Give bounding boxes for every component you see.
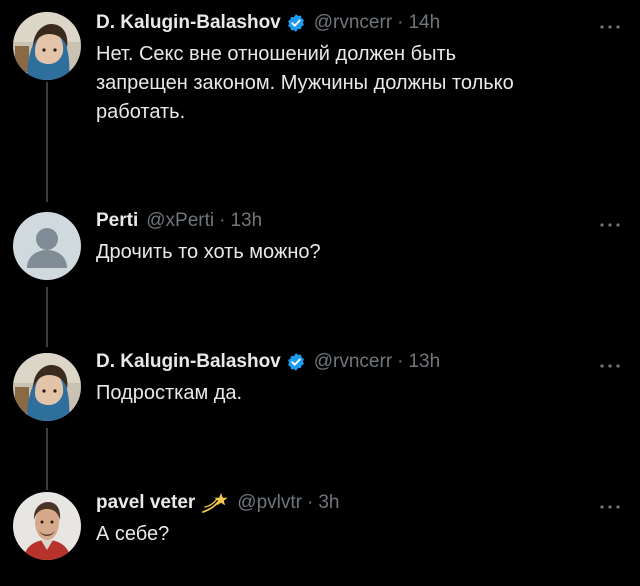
tweet-text: Нет. Секс вне отношений должен быть запр… [96, 43, 514, 123]
timestamp[interactable]: 13h [230, 210, 262, 232]
verified-badge-icon [286, 352, 306, 372]
tweet-text: Подросткам да. [96, 382, 243, 404]
separator-dot: · [397, 351, 404, 372]
tweet-thread: D. Kalugin-Balashov @rvncerr · 14h Нет. … [0, 0, 640, 586]
thread-connector-line [46, 428, 48, 490]
avatar-image [13, 492, 81, 560]
avatar-image [13, 12, 81, 80]
more-options-icon[interactable] [598, 502, 622, 512]
author-handle[interactable]: @rvncerr [314, 351, 392, 373]
timestamp[interactable]: 3h [318, 492, 339, 514]
tweet-header: D. Kalugin-Balashov @rvncerr · 13h [96, 349, 610, 375]
timestamp[interactable]: 14h [408, 12, 440, 34]
author-name[interactable]: D. Kalugin-Balashov [96, 351, 281, 373]
thread-connector-line [46, 287, 48, 347]
separator-dot: · [306, 492, 314, 513]
tweet-text: А себе? [96, 523, 170, 545]
separator-dot: · [219, 210, 226, 231]
avatar[interactable] [13, 12, 81, 80]
timestamp[interactable]: 13h [408, 351, 440, 373]
author-name[interactable]: pavel veter [96, 492, 195, 514]
author-handle[interactable]: @xPerti [146, 210, 214, 232]
author-handle[interactable]: @pvlvtr [237, 492, 302, 514]
default-avatar-icon [13, 212, 81, 280]
tweet-header: pavel veter @pvlvtr · 3h [96, 490, 610, 516]
avatar[interactable] [13, 212, 81, 280]
tweet-header: D. Kalugin-Balashov @rvncerr · 14h [96, 10, 610, 36]
more-options-icon[interactable] [598, 220, 622, 230]
more-options-icon[interactable] [598, 22, 622, 32]
author-handle[interactable]: @rvncerr [314, 12, 392, 34]
avatar[interactable] [13, 353, 81, 421]
verified-badge-icon [286, 13, 306, 33]
thread-connector-line [46, 82, 48, 202]
author-name[interactable]: D. Kalugin-Balashov [96, 12, 281, 34]
tweet-header: Perti @xPerti · 13h [96, 208, 610, 234]
more-options-icon[interactable] [598, 361, 622, 371]
avatar-image [13, 353, 81, 421]
author-name[interactable]: Perti [96, 210, 138, 232]
dizzy-emoji-icon [201, 492, 229, 514]
avatar[interactable] [13, 492, 81, 560]
separator-dot: · [397, 12, 404, 33]
tweet-text: Дрочить то хоть можно? [96, 241, 321, 263]
